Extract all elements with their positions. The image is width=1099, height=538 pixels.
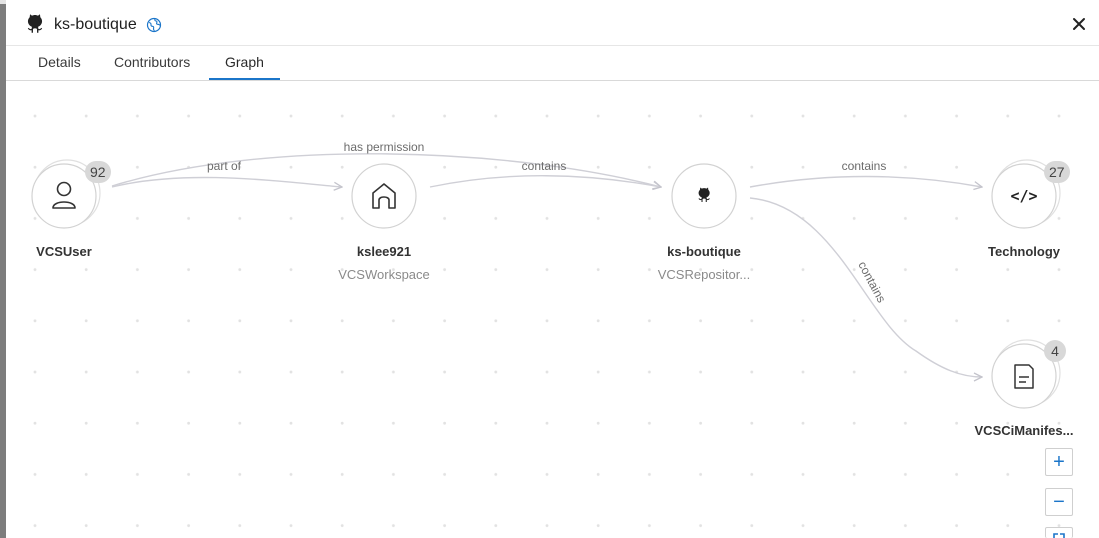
code-icon: </>: [1010, 187, 1037, 205]
tab-graph[interactable]: Graph: [225, 54, 264, 70]
node-kslee921[interactable]: [351, 163, 417, 229]
edge-label-part-of: part of: [206, 159, 242, 173]
panel-header: ks-boutique: [6, 4, 1099, 46]
globe-icon: [146, 17, 162, 33]
fit-view-icon: [1053, 533, 1065, 538]
edge-label-contains-2: contains: [841, 159, 887, 173]
node-label-vcsuser: VCSUser: [36, 244, 92, 259]
fit-view-button[interactable]: [1045, 527, 1073, 538]
edge-label-contains-1: contains: [521, 159, 567, 173]
node-label-manifest: VCSCiManifes...: [974, 423, 1074, 438]
node-type-ks-boutique: VCSRepositor...: [657, 267, 751, 282]
count-badge-manifest: 4: [1044, 340, 1066, 362]
tab-details[interactable]: Details: [38, 54, 81, 70]
active-tab-indicator: [209, 78, 280, 80]
tab-contributors[interactable]: Contributors: [114, 54, 190, 70]
node-label-technology: Technology: [988, 244, 1060, 259]
dot-grid: [6, 81, 1099, 538]
graph-canvas[interactable]: </> part of has permission contains cont…: [6, 81, 1099, 538]
count-badge-technology: 27: [1044, 161, 1070, 183]
node-label-ks-boutique: ks-boutique: [667, 244, 741, 259]
github-octocat-icon: [27, 14, 43, 33]
edge-label-has-permission: has permission: [343, 140, 425, 154]
graph-svg: </>: [6, 81, 1099, 538]
detail-panel: ks-boutique Details Contributors Graph <…: [6, 4, 1099, 538]
node-type-kslee921: VCSWorkspace: [338, 267, 430, 282]
node-label-kslee921: kslee921: [356, 244, 412, 259]
zoom-out-button[interactable]: −: [1045, 488, 1073, 516]
repo-title: ks-boutique: [54, 16, 137, 33]
close-icon[interactable]: [1069, 14, 1089, 34]
tab-bar: Details Contributors Graph: [6, 46, 1099, 81]
count-badge-vcsuser: 92: [85, 161, 111, 183]
zoom-in-button[interactable]: +: [1045, 448, 1073, 476]
